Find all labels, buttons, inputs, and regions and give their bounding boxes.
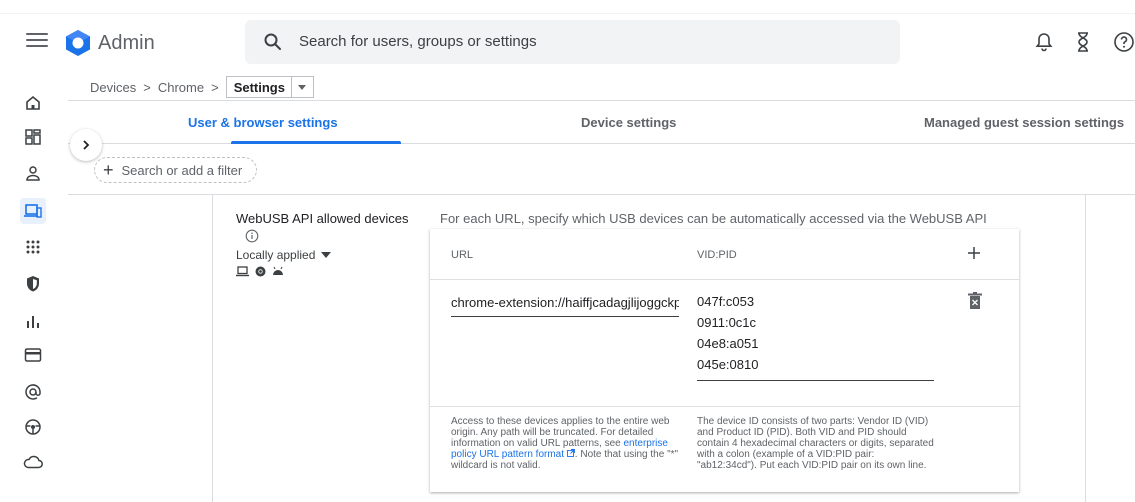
caret-down-icon — [321, 252, 332, 258]
vidpid-textarea[interactable]: 047f:c053 0911:0c1c 04e8:a051 045e:0810 — [697, 291, 934, 381]
setting-description: For each URL, specify which USB devices … — [440, 211, 987, 226]
column-header-vidpid: VID:PID — [697, 249, 737, 261]
security-icon[interactable] — [20, 271, 46, 297]
header: Admin Search for users, groups or settin… — [0, 14, 1135, 72]
dashboard-icon[interactable] — [20, 124, 46, 150]
tab-managed-guest-session[interactable]: Managed guest session settings — [924, 115, 1124, 130]
expand-panel-button[interactable] — [70, 129, 102, 161]
breadcrumb-devices[interactable]: Devices — [90, 80, 136, 95]
info-icon[interactable] — [245, 229, 259, 243]
user-icon[interactable] — [20, 160, 46, 186]
url-help-text: Access to these devices applies to the e… — [451, 416, 681, 471]
breadcrumb: Devices > Chrome > Settings — [90, 76, 314, 98]
vidpid-value: 0911:0c1c — [697, 315, 757, 330]
account-icon[interactable] — [20, 379, 46, 405]
storage-icon[interactable] — [20, 449, 46, 475]
header-divider — [430, 279, 1019, 280]
plus-icon: + — [103, 160, 114, 180]
chevron-down-icon[interactable] — [290, 77, 313, 97]
delete-icon[interactable] — [966, 291, 984, 311]
billing-icon[interactable] — [20, 342, 46, 368]
apps-icon[interactable] — [20, 234, 46, 260]
help-icon[interactable] — [1112, 30, 1135, 54]
plus-icon — [968, 247, 980, 259]
top-strip — [0, 0, 1135, 14]
laptop-icon — [236, 266, 249, 277]
breadcrumb-separator: > — [211, 79, 219, 95]
vidpid-value: 045e:0810 — [697, 357, 759, 372]
breadcrumb-settings-select[interactable]: Settings — [225, 76, 314, 98]
tab-user-browser-settings[interactable]: User & browser settings — [188, 115, 338, 130]
menu-icon[interactable] — [26, 33, 48, 51]
external-link-icon — [566, 449, 575, 457]
breadcrumb-current: Settings — [233, 79, 285, 95]
applied-status-dropdown[interactable]: Locally applied — [236, 248, 332, 262]
search-icon — [264, 33, 281, 50]
breadcrumb-chrome[interactable]: Chrome — [158, 80, 204, 95]
footer-divider — [430, 406, 1019, 407]
bell-icon[interactable] — [1032, 30, 1056, 54]
platform-icons — [236, 266, 284, 277]
applied-status-label: Locally applied — [236, 248, 316, 262]
vidpid-value: 047f:c053 — [697, 294, 755, 309]
url-input[interactable]: chrome-extension://haiffjcadagjlijoggckp… — [451, 295, 679, 317]
search-input[interactable]: Search for users, groups or settings — [299, 33, 537, 50]
add-filter-chip[interactable]: + Search or add a filter — [94, 157, 258, 183]
settings-tabs: User & browser settings Device settings … — [68, 100, 1135, 144]
filter-label: Search or add a filter — [121, 162, 243, 178]
rules-icon[interactable] — [20, 414, 46, 440]
vidpid-help-text: The device ID consists of two parts: Ven… — [697, 416, 934, 471]
breadcrumb-separator: > — [143, 79, 151, 95]
column-header-url: URL — [451, 249, 474, 261]
usb-devices-table: URL VID:PID chrome-extension://haiffjcad… — [430, 229, 1019, 492]
reporting-icon[interactable] — [20, 308, 46, 334]
admin-logo-icon[interactable] — [64, 29, 92, 57]
home-icon[interactable] — [20, 90, 46, 116]
hourglass-icon[interactable] — [1071, 30, 1095, 54]
chrome-icon — [255, 266, 266, 277]
left-nav-rail — [0, 72, 68, 502]
filter-row: + Search or add a filter — [68, 145, 1135, 195]
app-name[interactable]: Admin — [98, 32, 155, 55]
devices-icon[interactable] — [20, 198, 46, 224]
setting-title: WebUSB API allowed devices — [236, 211, 409, 226]
active-tab-indicator — [231, 141, 401, 144]
android-icon — [273, 266, 283, 275]
add-row-button[interactable] — [962, 241, 986, 265]
chevron-right-icon — [83, 140, 90, 150]
tab-device-settings[interactable]: Device settings — [581, 115, 676, 130]
vidpid-value: 04e8:a051 — [697, 336, 759, 351]
search-bar[interactable]: Search for users, groups or settings — [245, 20, 900, 64]
